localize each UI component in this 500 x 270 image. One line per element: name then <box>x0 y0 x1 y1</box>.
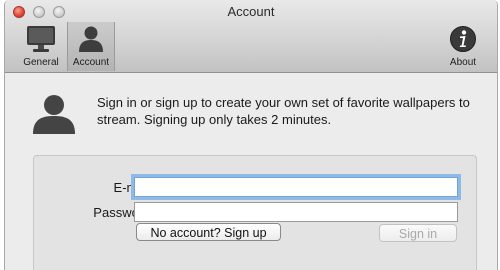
email-field[interactable] <box>134 177 458 197</box>
sign-up-button[interactable]: No account? Sign up <box>136 223 281 241</box>
toolbar: Account General Account About <box>5 0 497 73</box>
toolbar-item-about[interactable]: About <box>439 22 487 71</box>
sign-in-form: E-mail: Password: No account? Sign up Si… <box>33 155 477 270</box>
person-icon <box>33 95 75 134</box>
sign-in-button[interactable]: Sign in <box>379 224 457 242</box>
password-field[interactable] <box>134 202 458 222</box>
window-title: Account <box>227 4 275 19</box>
preferences-window: Account General Account About Sign in or… <box>4 0 498 270</box>
info-icon <box>450 26 476 52</box>
monitor-icon <box>27 26 55 52</box>
person-icon <box>79 26 103 52</box>
account-pane: Sign in or sign up to create your own se… <box>5 73 497 270</box>
toolbar-item-account[interactable]: Account <box>67 22 115 71</box>
toolbar-item-account-label: Account <box>72 57 110 68</box>
toolbar-item-about-label: About <box>449 57 477 68</box>
toolbar-item-general[interactable]: General <box>17 22 65 71</box>
account-intro-text: Sign in or sign up to create your own se… <box>97 95 470 127</box>
